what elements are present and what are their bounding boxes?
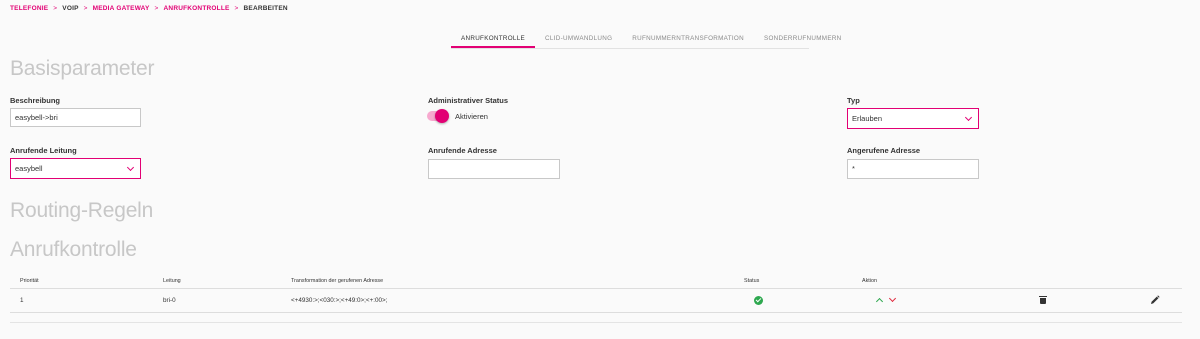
anrufende-leitung-value: easybell [15, 164, 43, 173]
toggle-knob[interactable] [435, 109, 449, 123]
section-title-basisparameter: Basisparameter [10, 57, 155, 80]
admin-status-toggle[interactable]: Aktivieren [427, 109, 488, 123]
beschreibung-input[interactable]: easybell->bri [10, 108, 141, 127]
table-row: 1 bri-0 <+4930:>;<030:>;<+49:0>;<+:00>; [10, 289, 1182, 313]
cell-leitung: bri-0 [163, 297, 176, 304]
cell-transformation: <+4930:>;<030:>;<+49:0>;<+:00>; [291, 297, 388, 304]
breadcrumb-telefonie[interactable]: TELEFONIE [10, 5, 48, 12]
header-status: Status [744, 278, 760, 284]
check-circle-icon [754, 296, 763, 305]
trash-icon[interactable] [1039, 296, 1047, 304]
chevron-down-icon [126, 163, 135, 172]
beschreibung-label: Beschreibung [10, 96, 61, 105]
breadcrumb-anrufkontrolle[interactable]: ANRUFKONTROLLE [164, 5, 230, 12]
tab-bar: ANRUFKONTROLLE CLID-UMWANDLUNG RUFNUMMER… [451, 30, 841, 49]
header-leitung: Leitung [163, 278, 181, 284]
breadcrumb-voip[interactable]: VOIP [62, 5, 78, 12]
typ-select[interactable]: Erlauben [847, 108, 979, 129]
table-header-row: Priorität Leitung Transformation der ger… [10, 276, 1182, 289]
breadcrumb-separator: > [53, 5, 58, 12]
tab-anrufkontrolle[interactable]: ANRUFKONTROLLE [451, 30, 536, 48]
pencil-icon[interactable] [1150, 295, 1160, 305]
chevron-down-icon [964, 113, 973, 122]
header-transformation: Transformation der gerufenen Adresse [291, 278, 384, 284]
breadcrumb-media-gateway[interactable]: MEDIA GATEWAY [93, 5, 150, 12]
toggle-label: Aktivieren [455, 111, 488, 121]
tab-clid-umwandlung[interactable]: CLID-UMWANDLUNG [535, 30, 622, 48]
tab-sonderrufnummern[interactable]: SONDERRUFNUMMERN [754, 30, 852, 48]
admin-status-label: Administrativer Status [428, 96, 509, 105]
arrow-down-icon[interactable] [888, 294, 897, 303]
anrufende-adresse-label: Anrufende Adresse [428, 146, 497, 155]
anrufende-adresse-input[interactable] [428, 159, 560, 179]
toggle-track[interactable] [427, 109, 449, 123]
breadcrumb-separator: > [234, 5, 239, 12]
typ-label: Typ [847, 96, 860, 105]
header-prioritaet: Priorität [20, 278, 39, 284]
breadcrumb-separator: > [154, 5, 159, 12]
cell-prioritaet: 1 [20, 297, 24, 304]
breadcrumb: TELEFONIE > VOIP > MEDIA GATEWAY > ANRUF… [10, 5, 288, 12]
tab-rufnummerntransformation[interactable]: RUFNUMMERNTRANSFORMATION [622, 30, 754, 48]
typ-select-value: Erlauben [852, 114, 883, 123]
breadcrumb-bearbeiten: BEARBEITEN [243, 5, 288, 12]
angerufene-adresse-input[interactable]: * [847, 159, 979, 179]
arrow-up-icon[interactable] [875, 297, 884, 306]
angerufene-adresse-label: Angerufene Adresse [847, 146, 921, 155]
section-title-routing-regeln: Routing-Regeln [10, 199, 154, 222]
anrufende-leitung-select[interactable]: easybell [10, 158, 141, 179]
divider [10, 322, 1182, 323]
section-title-anrufkontrolle: Anrufkontrolle [10, 238, 137, 261]
header-aktion: Aktion [862, 278, 877, 284]
breadcrumb-separator: > [83, 5, 88, 12]
anrufende-leitung-label: Anrufende Leitung [10, 146, 77, 155]
